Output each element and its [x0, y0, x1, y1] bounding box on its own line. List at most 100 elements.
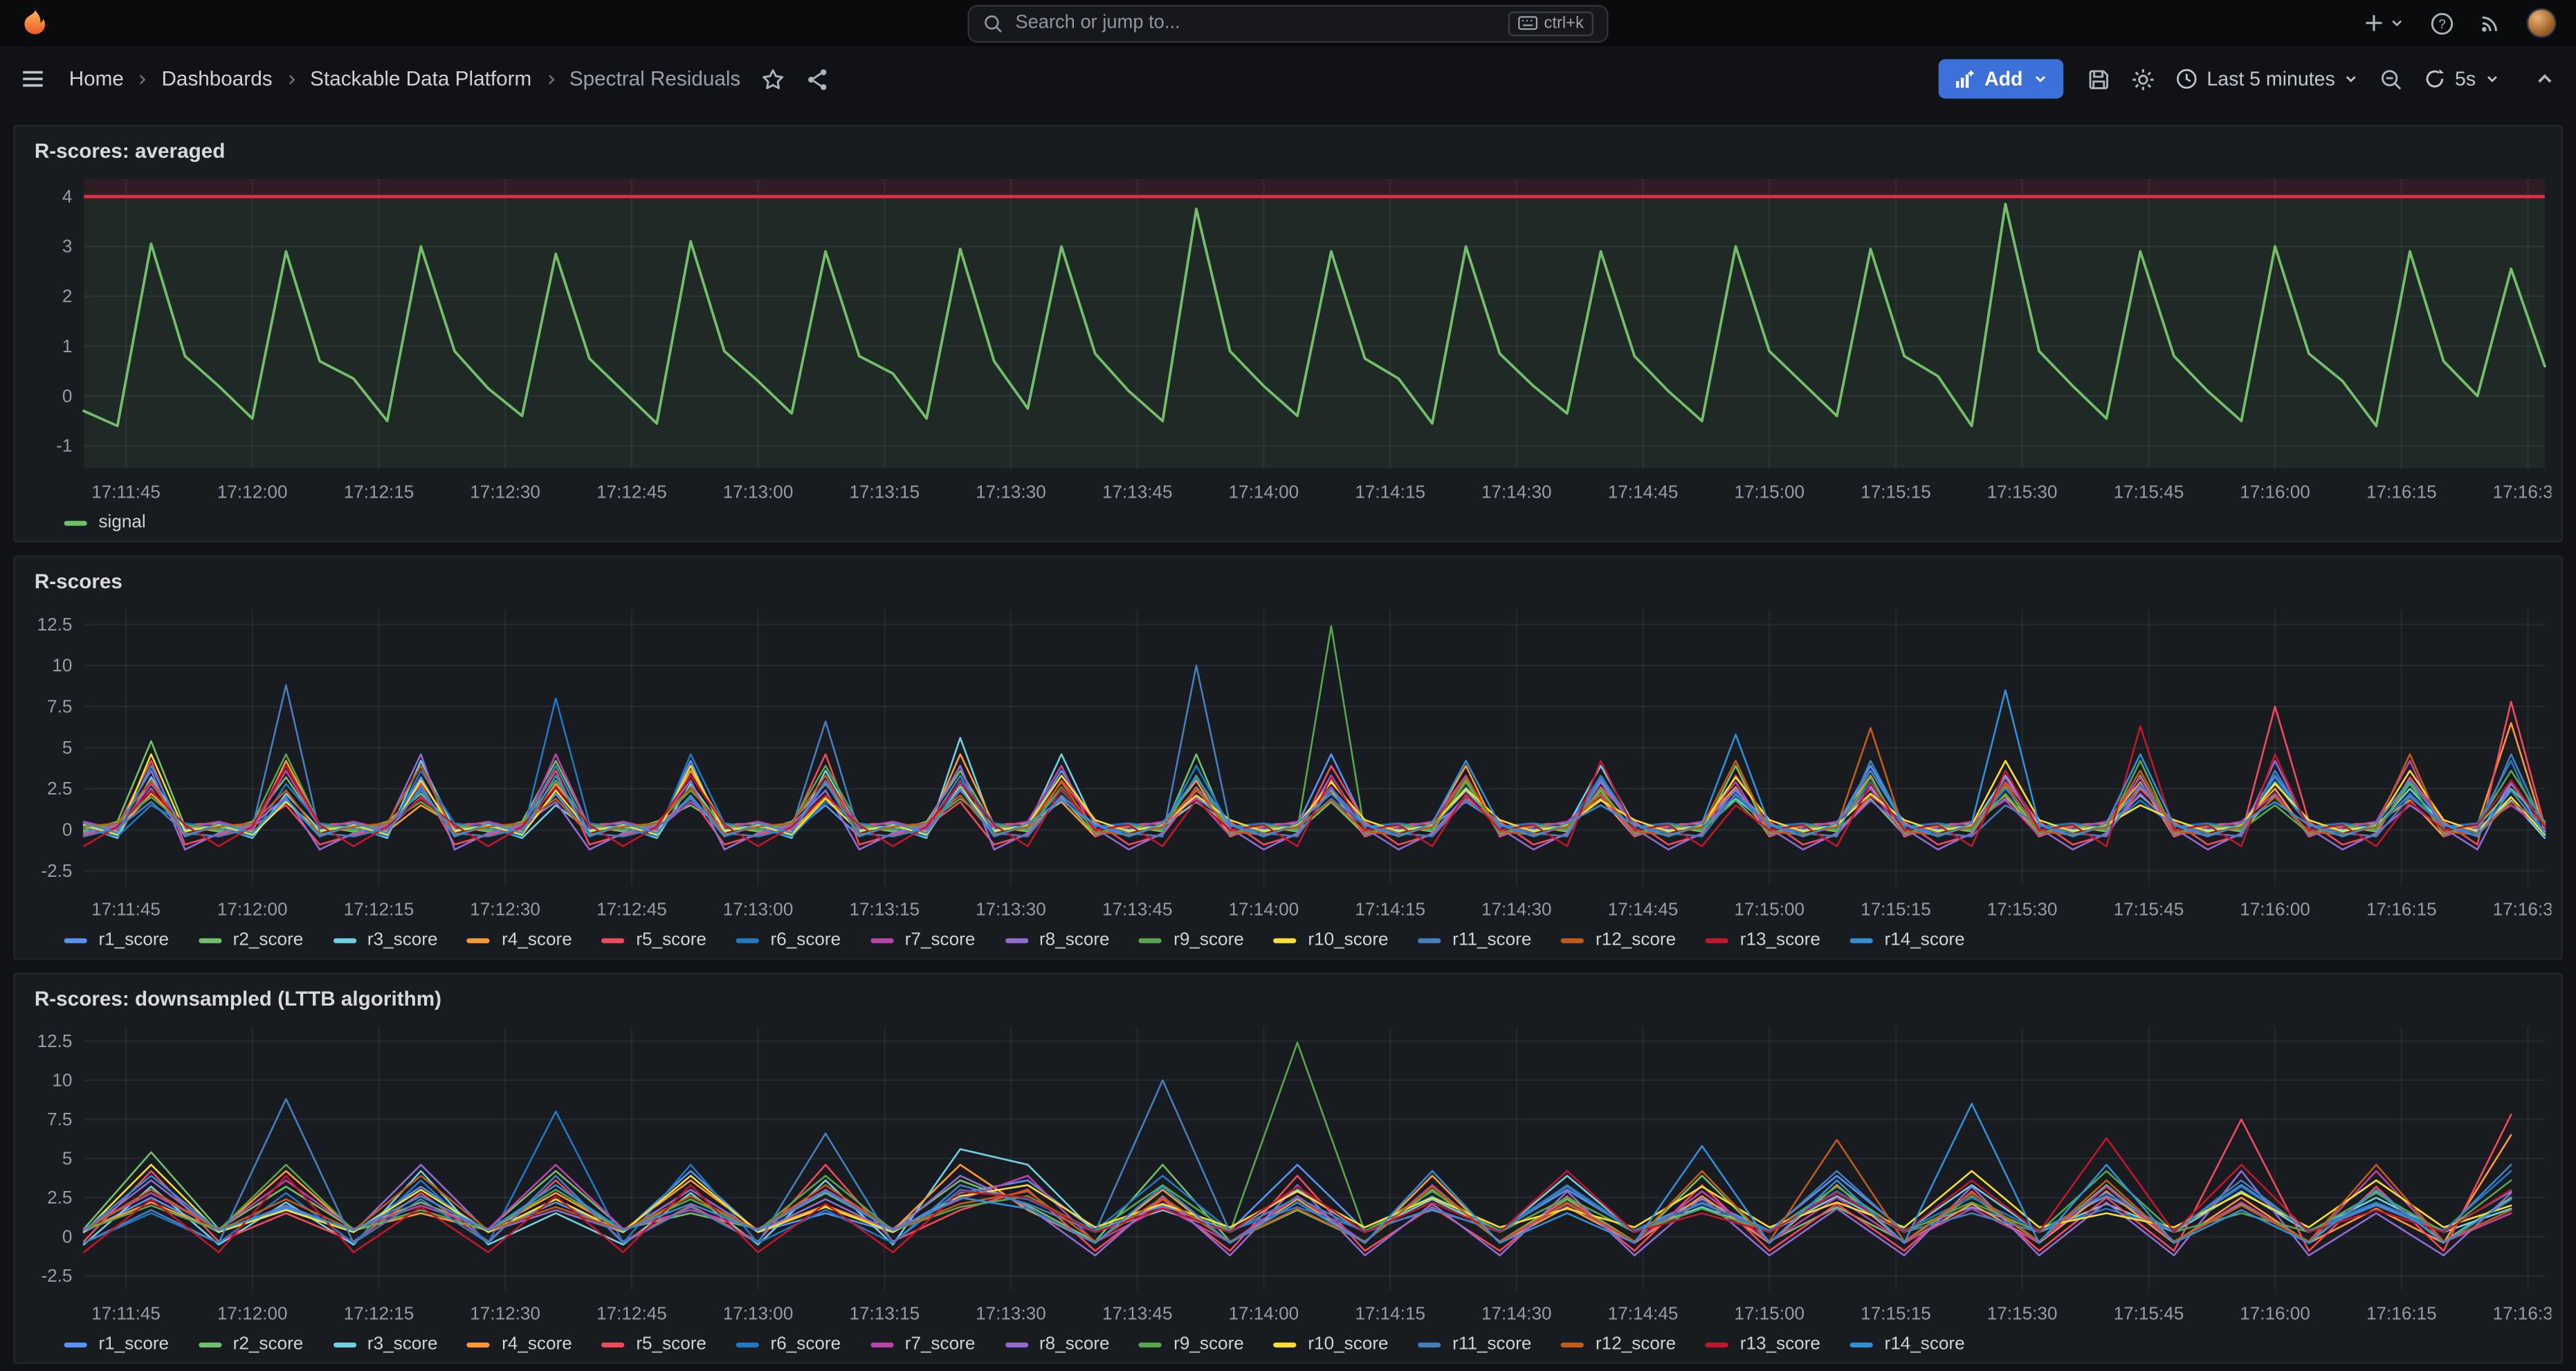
- legend-item-r7_score[interactable]: r7_score: [870, 930, 975, 950]
- series-line-r9_score: [84, 1043, 2511, 1233]
- legend-item-r14_score[interactable]: r14_score: [1850, 930, 1965, 950]
- x-axis-tick-label: 17:14:15: [1355, 899, 1425, 920]
- save-dashboard-button[interactable]: [2087, 66, 2112, 91]
- legend-item-r8_score[interactable]: r8_score: [1005, 1334, 1109, 1354]
- favorite-button[interactable]: [760, 66, 785, 91]
- legend-label: r8_score: [1039, 1334, 1110, 1354]
- x-axis-tick-label: 17:14:15: [1355, 481, 1425, 502]
- legend-label: r8_score: [1039, 930, 1110, 950]
- legend-item-r11_score[interactable]: r11_score: [1418, 930, 1531, 950]
- legend-swatch: [1850, 1342, 1873, 1347]
- chart-svg-r-scores: -2.502.557.51012.517:11:4517:12:0017:12:…: [28, 603, 2551, 928]
- chart-svg-r-scores-averaged: -10123417:11:4517:12:0017:12:1517:12:301…: [28, 172, 2551, 511]
- legend-swatch: [736, 1342, 759, 1347]
- legend-item-r13_score[interactable]: r13_score: [1706, 1334, 1820, 1354]
- share-button[interactable]: [805, 66, 830, 91]
- legend-label: r4_score: [502, 930, 572, 950]
- legend-item-r7_score[interactable]: r7_score: [870, 1334, 975, 1354]
- menu-toggle-button[interactable]: [19, 66, 46, 92]
- legend-item-r1_score[interactable]: r1_score: [64, 1334, 169, 1354]
- search-input[interactable]: Search or jump to... ctrl+k: [967, 4, 1608, 42]
- legend-swatch: [64, 1342, 87, 1347]
- legend-swatch: [1706, 938, 1728, 943]
- refresh-picker[interactable]: 5s: [2424, 67, 2501, 90]
- star-icon: [760, 66, 785, 91]
- breadcrumb-item-dashboards[interactable]: Dashboards: [162, 67, 273, 90]
- legend-swatch: [1139, 938, 1162, 943]
- avatar[interactable]: [2527, 8, 2557, 38]
- x-axis-tick-label: 17:16:00: [2240, 481, 2310, 502]
- x-axis-tick-label: 17:13:00: [723, 899, 794, 920]
- legend-item-r5_score[interactable]: r5_score: [601, 1334, 706, 1354]
- legend-item-signal[interactable]: signal: [64, 513, 146, 532]
- panel-add-icon: [1953, 69, 1975, 90]
- breadcrumb-item-home[interactable]: Home: [69, 67, 124, 90]
- legend-item-r6_score[interactable]: r6_score: [736, 1334, 841, 1354]
- chevron-right-icon: [284, 71, 298, 86]
- legend-item-r2_score[interactable]: r2_score: [199, 930, 303, 950]
- x-axis-tick-label: 17:15:30: [1987, 481, 2058, 502]
- y-axis-tick-label: 3: [62, 236, 73, 257]
- dashboard-settings-button[interactable]: [2131, 66, 2156, 91]
- legend-item-r3_score[interactable]: r3_score: [333, 930, 437, 950]
- y-axis-tick-label: 7.5: [47, 1109, 72, 1129]
- legend-item-r1_score[interactable]: r1_score: [64, 930, 169, 950]
- legend-label: r2_score: [233, 1334, 304, 1354]
- x-axis-tick-label: 17:14:45: [1608, 481, 1679, 502]
- legend-item-r10_score[interactable]: r10_score: [1274, 1334, 1389, 1354]
- legend-item-r13_score[interactable]: r13_score: [1706, 930, 1820, 950]
- x-axis-tick-label: 17:14:00: [1229, 899, 1299, 920]
- x-axis-tick-label: 17:15:45: [2114, 481, 2184, 502]
- legend-item-r6_score[interactable]: r6_score: [736, 930, 841, 950]
- breadcrumb-item-folder[interactable]: Stackable Data Platform: [310, 67, 531, 90]
- legend-swatch: [64, 938, 87, 943]
- legend-item-r12_score[interactable]: r12_score: [1561, 1334, 1676, 1354]
- zoom-out-icon: [2379, 66, 2404, 91]
- search-shortcut-label: ctrl+k: [1544, 14, 1583, 32]
- x-axis-tick-label: 17:16:30: [2493, 899, 2552, 920]
- x-axis-tick-label: 17:15:45: [2114, 1303, 2184, 1324]
- grafana-logo-icon[interactable]: [19, 8, 49, 38]
- x-axis-tick-label: 17:16:00: [2240, 1303, 2310, 1324]
- time-range-picker[interactable]: Last 5 minutes: [2175, 67, 2359, 90]
- legend-item-r10_score[interactable]: r10_score: [1274, 930, 1389, 950]
- legend-item-r8_score[interactable]: r8_score: [1005, 930, 1109, 950]
- chevron-down-icon: [2484, 71, 2501, 87]
- chevron-down-icon: [2388, 15, 2405, 31]
- y-axis-tick-label: 2: [62, 286, 73, 307]
- legend-item-r11_score[interactable]: r11_score: [1418, 1334, 1531, 1354]
- legend-swatch: [199, 938, 221, 943]
- x-axis-tick-label: 17:12:00: [217, 481, 288, 502]
- x-axis-tick-label: 17:13:45: [1102, 899, 1173, 920]
- legend-item-r2_score[interactable]: r2_score: [199, 1334, 303, 1354]
- panel-title[interactable]: R-scores: [28, 567, 2548, 603]
- legend-item-r3_score[interactable]: r3_score: [333, 1334, 437, 1354]
- legend-label: r6_score: [771, 1334, 841, 1354]
- legend-label: r10_score: [1308, 930, 1388, 950]
- panel-title[interactable]: R-scores: downsampled (LTTB algorithm): [28, 984, 2548, 1020]
- legend-item-r12_score[interactable]: r12_score: [1561, 930, 1676, 950]
- legend-label: r12_score: [1596, 930, 1676, 950]
- y-axis-tick-label: -2.5: [41, 860, 72, 881]
- y-axis-tick-label: 7.5: [47, 696, 72, 717]
- help-button[interactable]: ?: [2430, 10, 2455, 35]
- legend-item-r5_score[interactable]: r5_score: [601, 930, 706, 950]
- legend-item-r9_score[interactable]: r9_score: [1139, 930, 1243, 950]
- legend-item-r9_score[interactable]: r9_score: [1139, 1334, 1243, 1354]
- new-menu-button[interactable]: [2362, 12, 2405, 35]
- x-axis-tick-label: 17:13:15: [850, 1303, 920, 1324]
- legend-item-r4_score[interactable]: r4_score: [467, 1334, 572, 1354]
- panel-title[interactable]: R-scores: averaged: [28, 136, 2548, 172]
- legend-label: r3_score: [367, 1334, 438, 1354]
- collapse-toolbar-button[interactable]: [2533, 67, 2556, 90]
- legend-item-r4_score[interactable]: r4_score: [467, 930, 572, 950]
- x-axis-tick-label: 17:13:45: [1102, 481, 1173, 502]
- y-axis-tick-label: 2.5: [47, 778, 72, 799]
- series-line-r5_score: [84, 1115, 2511, 1251]
- zoom-out-button[interactable]: [2379, 66, 2404, 91]
- legend-swatch: [1274, 938, 1297, 943]
- news-button[interactable]: [2479, 12, 2502, 35]
- legend-label: r9_score: [1173, 1334, 1244, 1354]
- legend-item-r14_score[interactable]: r14_score: [1850, 1334, 1965, 1354]
- add-panel-button[interactable]: Add: [1939, 59, 2064, 98]
